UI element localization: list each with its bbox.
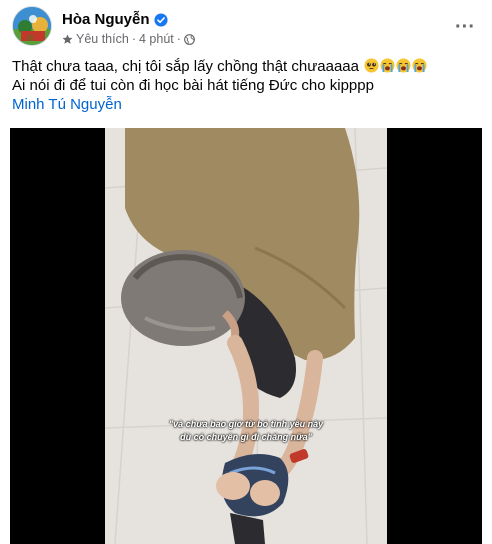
verified-badge-icon: [153, 12, 168, 27]
author-name[interactable]: Hòa Nguyễn: [62, 11, 150, 28]
more-options-icon: ···: [455, 16, 475, 38]
favorite-label: Yêu thích: [76, 32, 129, 46]
mention-link[interactable]: Minh Tú Nguyễn: [12, 96, 122, 113]
facebook-post: Hòa Nguyễn Yêu thích · 4 phút · ··· Thật…: [0, 0, 492, 544]
crying-face-icon: [412, 58, 427, 73]
post-header: Hòa Nguyễn Yêu thích · 4 phút · ···: [12, 6, 484, 50]
video-frame: [105, 128, 387, 544]
meta-separator: ·: [131, 32, 136, 46]
pleading-face-icon: [364, 58, 379, 73]
post-time[interactable]: 4 phút: [139, 32, 174, 46]
post-text: Thật chưa taaa, chị tôi sắp lấy chồng th…: [12, 57, 480, 114]
video-subtitle: "và chưa bao giờ từ bỏ tình yêu này dù c…: [105, 418, 387, 444]
video-player[interactable]: "và chưa bao giờ từ bỏ tình yêu này dù c…: [10, 128, 482, 544]
author-avatar[interactable]: [12, 6, 52, 46]
author-name-row: Hòa Nguyễn: [62, 11, 168, 28]
subtitle-line-2: dù có chuyện gì đi chăng nữa": [180, 432, 312, 442]
more-options-button[interactable]: ···: [450, 12, 480, 42]
post-text-line-1: Thật chưa taaa, chị tôi sắp lấy chồng th…: [12, 57, 480, 76]
avatar-image: [13, 7, 51, 45]
crying-face-icon: [396, 58, 411, 73]
globe-icon[interactable]: [184, 33, 195, 45]
post-text-line-1-content: Thật chưa taaa, chị tôi sắp lấy chồng th…: [12, 58, 359, 75]
crying-face-icon: [380, 58, 395, 73]
meta-separator: ·: [176, 32, 181, 46]
video-still-image: [105, 128, 387, 544]
star-icon: [62, 34, 73, 45]
subtitle-line-1: "và chưa bao giờ từ bỏ tình yêu này: [168, 419, 324, 429]
post-meta: Yêu thích · 4 phút ·: [62, 32, 195, 46]
post-text-line-2: Ai nói đi để tui còn đi học bài hát tiến…: [12, 77, 374, 94]
